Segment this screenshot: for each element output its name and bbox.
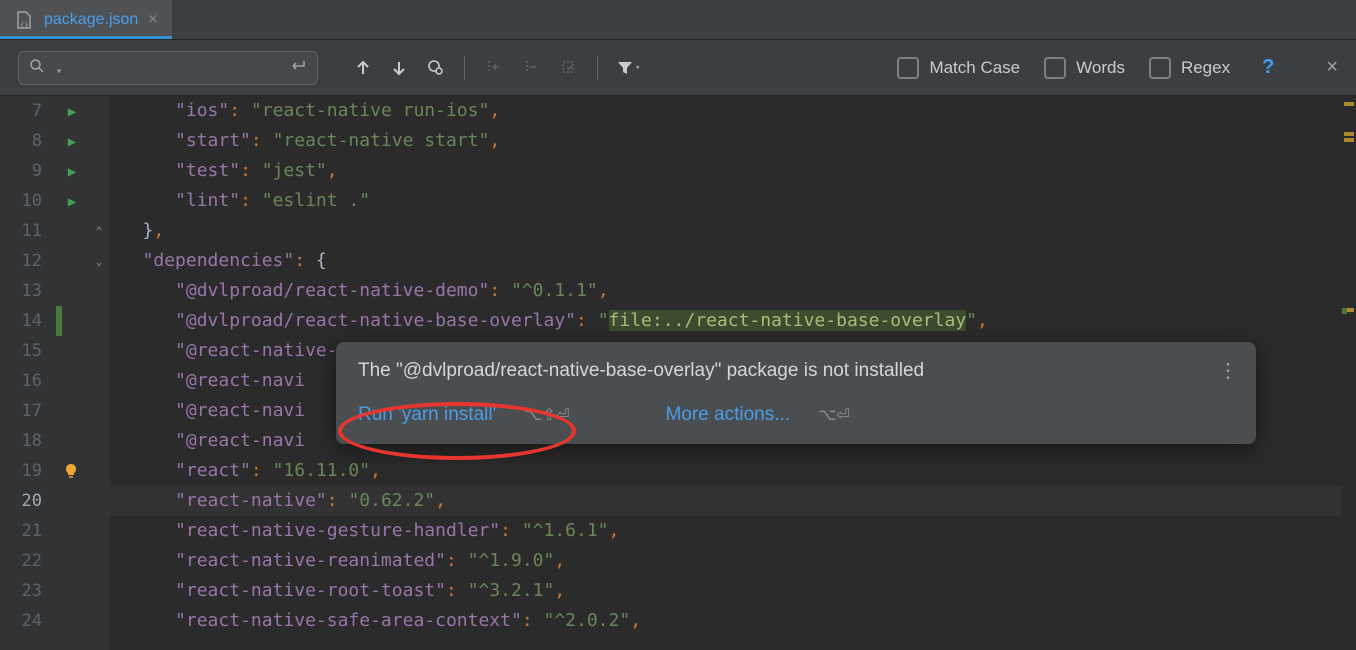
words-label: Words xyxy=(1076,58,1125,78)
search-input[interactable]: ▾ xyxy=(18,51,318,85)
regex-checkbox[interactable]: Regex xyxy=(1149,57,1230,79)
run-icon[interactable]: ▶ xyxy=(56,157,88,187)
fold-up-icon[interactable]: ⌃ xyxy=(88,216,110,246)
line-number: 19 xyxy=(0,456,42,486)
filter-icon[interactable]: ▾ xyxy=(616,59,640,77)
fold-gutter: ⌃ ⌄ xyxy=(88,96,110,650)
fold-down-icon[interactable]: ⌄ xyxy=(88,246,110,276)
vcs-marker[interactable] xyxy=(1342,308,1347,314)
prev-match-icon[interactable] xyxy=(354,59,372,77)
remove-selection-icon[interactable] xyxy=(521,58,541,78)
regex-label: Regex xyxy=(1181,58,1230,78)
warning-marker[interactable] xyxy=(1344,102,1354,106)
line-number: 23 xyxy=(0,576,42,606)
line-number: 24 xyxy=(0,606,42,636)
close-icon[interactable]: × xyxy=(148,11,157,29)
words-checkbox[interactable]: Words xyxy=(1044,57,1125,79)
editor: 7 8 9 10 11 12 13 14 15 16 17 18 19 20 2… xyxy=(0,96,1356,650)
line-number: 17 xyxy=(0,396,42,426)
select-all-icon[interactable] xyxy=(426,58,446,78)
json-file-icon: {} xyxy=(14,10,34,30)
shortcut-label: ⌥⏎ xyxy=(818,405,850,425)
line-number: 22 xyxy=(0,546,42,576)
line-number: 15 xyxy=(0,336,42,366)
select-all-occ-icon[interactable] xyxy=(559,58,579,78)
line-number: 18 xyxy=(0,426,42,456)
tab-bar: {} package.json × xyxy=(0,0,1356,40)
match-case-label: Match Case xyxy=(929,58,1020,78)
vcs-modified-marker xyxy=(56,306,62,336)
more-icon[interactable]: ⋮ xyxy=(1218,358,1238,383)
shortcut-label: ⌥⇧⏎ xyxy=(524,405,569,425)
tooltip-message: The "@dvlproad/react-native-base-overlay… xyxy=(358,360,1234,382)
run-yarn-install-action[interactable]: Run 'yarn install' xyxy=(358,404,496,426)
next-match-icon[interactable] xyxy=(390,59,408,77)
line-number: 13 xyxy=(0,276,42,306)
search-nav-group: ▾ xyxy=(354,56,640,80)
run-icon[interactable]: ▶ xyxy=(56,97,88,127)
close-find-icon[interactable]: × xyxy=(1326,56,1338,79)
run-icon[interactable]: ▶ xyxy=(56,187,88,217)
line-number: 14 xyxy=(0,306,42,336)
add-selection-icon[interactable] xyxy=(483,58,503,78)
inspection-tooltip: The "@dvlproad/react-native-base-overlay… xyxy=(336,342,1256,444)
help-icon[interactable]: ? xyxy=(1262,56,1274,79)
search-icon: ▾ xyxy=(29,58,62,78)
tab-title: package.json xyxy=(44,11,138,29)
line-number: 10 xyxy=(0,186,42,216)
enter-icon xyxy=(289,57,307,78)
find-bar: ▾ ▾ Match Case Words Regex ? × xyxy=(0,40,1356,96)
line-number: 7 xyxy=(0,96,42,126)
run-icon[interactable]: ▶ xyxy=(56,127,88,157)
file-tab[interactable]: {} package.json × xyxy=(0,0,172,39)
line-number: 16 xyxy=(0,366,42,396)
run-gutter: ▶ ▶ ▶ ▶ xyxy=(56,96,88,650)
search-options: Match Case Words Regex ? × xyxy=(897,56,1338,79)
line-number: 8 xyxy=(0,126,42,156)
line-number: 9 xyxy=(0,156,42,186)
more-actions-link[interactable]: More actions... xyxy=(665,404,790,426)
warning-marker[interactable] xyxy=(1344,138,1354,142)
line-number: 20 xyxy=(0,486,42,516)
line-number: 12 xyxy=(0,246,42,276)
warning-marker[interactable] xyxy=(1344,132,1354,136)
line-gutter: 7 8 9 10 11 12 13 14 15 16 17 18 19 20 2… xyxy=(0,96,56,650)
lightbulb-icon[interactable] xyxy=(62,462,80,480)
match-case-checkbox[interactable]: Match Case xyxy=(897,57,1020,79)
divider xyxy=(464,56,465,80)
marker-strip xyxy=(1342,96,1356,650)
line-number: 21 xyxy=(0,516,42,546)
line-number: 11 xyxy=(0,216,42,246)
svg-text:{}: {} xyxy=(20,21,28,29)
divider xyxy=(597,56,598,80)
